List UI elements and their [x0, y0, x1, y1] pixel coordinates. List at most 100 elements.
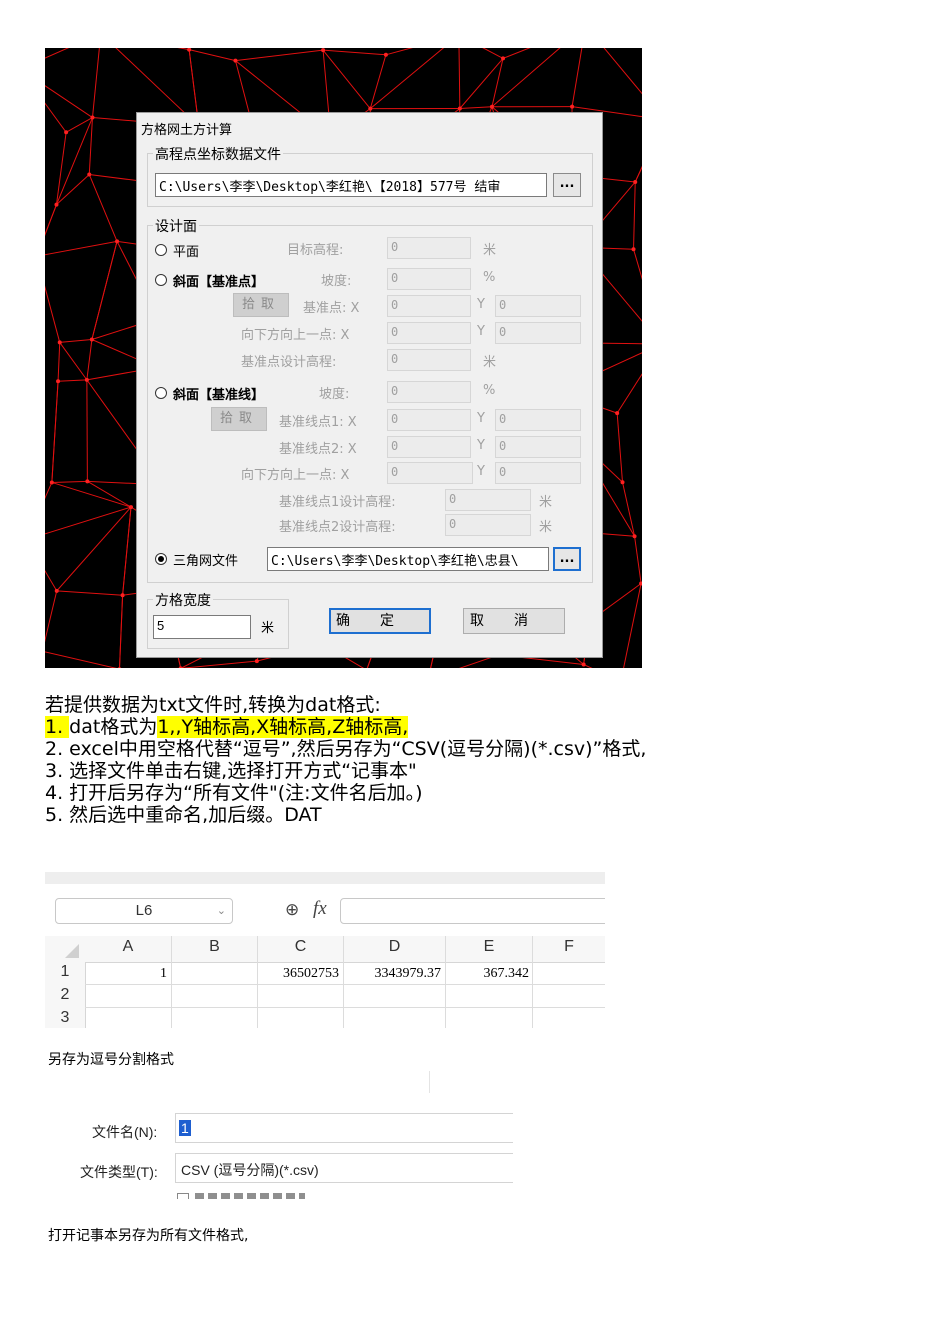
line-point2-x-input[interactable]: 0	[387, 436, 471, 458]
mesh-edge	[59, 339, 92, 343]
cell-a1[interactable]: 1	[87, 966, 167, 982]
mesh-edge	[603, 48, 642, 95]
mesh-edge	[189, 49, 236, 62]
mesh-edge	[45, 590, 58, 643]
slope-line-pick-button[interactable]: 拾取	[211, 407, 267, 431]
cell-c1[interactable]: 36502753	[259, 966, 339, 982]
mesh-point	[631, 247, 636, 252]
mesh-point	[128, 505, 133, 510]
mesh-edge	[57, 342, 61, 382]
tin-file-radio[interactable]	[155, 553, 167, 565]
cancel-button[interactable]: 取消	[463, 608, 565, 634]
slope-line-radio[interactable]	[155, 387, 167, 399]
mesh-point	[581, 662, 586, 667]
mesh-point	[254, 659, 259, 664]
base-point-elevation-label: 基准点设计高程:	[241, 355, 337, 370]
conversion-instructions: 若提供数据为txt文件时,转换为dat格式: 1. dat格式为1,,Y轴标高,…	[45, 694, 915, 826]
mesh-edge	[622, 482, 636, 537]
mesh-edge	[571, 48, 583, 107]
mesh-edge	[45, 651, 117, 668]
slope-point-slope-unit: %	[483, 270, 496, 285]
notepad-caption: 打开记事本另存为所有文件格式,	[48, 1228, 249, 1244]
tin-file-browse-button[interactable]: ...	[553, 547, 581, 571]
mesh-point	[117, 667, 122, 668]
checkbox-partial[interactable]	[177, 1193, 189, 1199]
line-point1-label: 基准线点1: X	[279, 415, 357, 430]
mesh-edge	[91, 48, 100, 118]
data-file-browse-button[interactable]: ...	[553, 173, 581, 197]
mesh-edge	[634, 536, 642, 584]
filename-input[interactable]: 1	[175, 1113, 513, 1143]
line-point1-y-input[interactable]: 0	[495, 409, 581, 431]
mesh-point	[233, 58, 238, 63]
mesh-edge	[91, 241, 118, 340]
step-1-body: dat格式为	[69, 716, 158, 738]
line-down-point-y-label: Y	[477, 464, 485, 479]
tin-file-path-input[interactable]: C:\Users\李李\Desktop\李红艳\忠县\	[267, 547, 549, 571]
mesh-point	[54, 588, 59, 593]
mesh-edge	[122, 507, 132, 596]
tin-file-label: 三角网文件	[173, 554, 239, 569]
mesh-edge	[56, 174, 90, 206]
down-point-x-input[interactable]: 0	[387, 322, 471, 344]
slope-point-radio[interactable]	[155, 274, 167, 286]
filename-label: 文件名(N):	[92, 1124, 158, 1140]
slope-line-slope-input[interactable]: 0	[387, 381, 471, 403]
base-point-elevation-input[interactable]: 0	[387, 349, 471, 371]
cell-d1[interactable]: 3343979.37	[345, 966, 442, 982]
cell-e1[interactable]: 367.342	[447, 966, 530, 982]
mesh-edge	[88, 117, 93, 175]
line-point1-elevation-label: 基准线点1设计高程:	[279, 495, 396, 510]
mesh-edge	[177, 48, 190, 51]
mesh-edge	[491, 58, 504, 107]
down-point-y-label: Y	[477, 324, 485, 339]
dialog-title: 方格网土方计算	[141, 123, 233, 138]
mesh-point	[615, 411, 620, 416]
mesh-edge	[45, 506, 132, 535]
line-point1-elevation-input[interactable]: 0	[445, 489, 531, 511]
mesh-point	[178, 666, 183, 668]
line-point2-y-input[interactable]: 0	[495, 436, 581, 458]
divider	[429, 1071, 430, 1093]
mesh-edge	[56, 506, 132, 592]
down-point-y-input[interactable]: 0	[495, 322, 581, 344]
data-file-path-input[interactable]: C:\Users\李李\Desktop\李红艳\【2018】577号 结审	[155, 173, 547, 197]
mesh-edge	[633, 181, 636, 250]
mesh-edge	[459, 58, 504, 109]
slope-line-slope-unit: %	[483, 383, 496, 398]
step-5: 5. 然后选中重命名,加后缀。DAT	[45, 804, 322, 826]
cut-off-option-text	[195, 1191, 305, 1199]
ok-button[interactable]: 确定	[329, 608, 431, 634]
mesh-edge	[45, 240, 118, 256]
base-point-x-input[interactable]: 0	[387, 295, 471, 317]
base-point-y-label: Y	[477, 297, 485, 312]
mesh-edge	[502, 48, 531, 59]
base-point-y-input[interactable]: 0	[495, 295, 581, 317]
line-down-point-y-input[interactable]: 0	[495, 462, 581, 484]
line-point1-x-input[interactable]: 0	[387, 409, 471, 431]
grid-width-input[interactable]: 5	[153, 615, 251, 639]
mesh-edge	[58, 379, 87, 382]
step-2: 2. excel中用空格代替“逗号”,然后另存为“CSV(逗号分隔)(*.csv…	[45, 738, 647, 760]
data-file-group-label: 高程点坐标数据文件	[153, 144, 283, 164]
mesh-point	[90, 115, 95, 120]
mesh-edge	[87, 480, 132, 508]
file-type-select[interactable]: CSV (逗号分隔)(*.csv)	[175, 1153, 513, 1183]
target-elevation-input[interactable]: 0	[387, 237, 471, 259]
line-point2-elevation-label: 基准线点2设计高程:	[279, 520, 396, 535]
line-down-point-x-input[interactable]: 0	[387, 462, 473, 484]
mesh-edge	[59, 342, 88, 381]
line-point2-elevation-input[interactable]: 0	[445, 514, 531, 536]
base-point-label: 基准点: X	[303, 301, 360, 316]
mesh-edge	[86, 339, 93, 380]
plane-radio[interactable]	[155, 244, 167, 256]
slope-point-slope-input[interactable]: 0	[387, 268, 471, 290]
slope-point-pick-button[interactable]: 拾取	[233, 293, 289, 317]
step-1-number: 1.	[45, 716, 70, 738]
line-down-point-label: 向下方向上一点: X	[241, 468, 350, 483]
mesh-edge	[51, 481, 132, 508]
mesh-edge	[119, 595, 124, 668]
mesh-edge	[51, 381, 59, 483]
design-surface-group-label: 设计面	[153, 216, 199, 236]
target-elevation-label: 目标高程:	[287, 243, 344, 258]
